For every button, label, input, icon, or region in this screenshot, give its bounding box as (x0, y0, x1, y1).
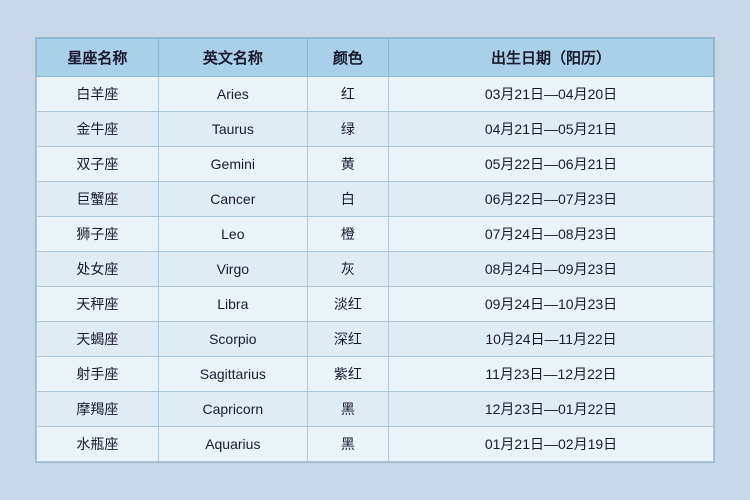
cell-english: Taurus (158, 112, 307, 147)
table-row: 射手座Sagittarius紫红11月23日—12月22日 (37, 357, 714, 392)
cell-date: 11月23日—12月22日 (389, 357, 714, 392)
cell-english: Aquarius (158, 427, 307, 462)
table-header-row: 星座名称 英文名称 颜色 出生日期（阳历） (37, 39, 714, 77)
cell-english: Cancer (158, 182, 307, 217)
header-date: 出生日期（阳历） (389, 39, 714, 77)
zodiac-table: 星座名称 英文名称 颜色 出生日期（阳历） 白羊座Aries红03月21日—04… (36, 38, 714, 462)
cell-date: 07月24日—08月23日 (389, 217, 714, 252)
table-row: 巨蟹座Cancer白06月22日—07月23日 (37, 182, 714, 217)
table-row: 金牛座Taurus绿04月21日—05月21日 (37, 112, 714, 147)
zodiac-table-container: 星座名称 英文名称 颜色 出生日期（阳历） 白羊座Aries红03月21日—04… (35, 37, 715, 463)
cell-color: 橙 (307, 217, 388, 252)
cell-color: 黄 (307, 147, 388, 182)
cell-chinese: 摩羯座 (37, 392, 159, 427)
cell-english: Leo (158, 217, 307, 252)
table-row: 水瓶座Aquarius黑01月21日—02月19日 (37, 427, 714, 462)
cell-color: 红 (307, 77, 388, 112)
cell-color: 黑 (307, 392, 388, 427)
cell-date: 12月23日—01月22日 (389, 392, 714, 427)
cell-chinese: 巨蟹座 (37, 182, 159, 217)
cell-color: 绿 (307, 112, 388, 147)
cell-english: Scorpio (158, 322, 307, 357)
table-row: 白羊座Aries红03月21日—04月20日 (37, 77, 714, 112)
cell-date: 04月21日—05月21日 (389, 112, 714, 147)
cell-date: 08月24日—09月23日 (389, 252, 714, 287)
cell-color: 白 (307, 182, 388, 217)
cell-english: Gemini (158, 147, 307, 182)
cell-date: 06月22日—07月23日 (389, 182, 714, 217)
cell-chinese: 白羊座 (37, 77, 159, 112)
table-row: 摩羯座Capricorn黑12月23日—01月22日 (37, 392, 714, 427)
cell-chinese: 双子座 (37, 147, 159, 182)
table-body: 白羊座Aries红03月21日—04月20日金牛座Taurus绿04月21日—0… (37, 77, 714, 462)
cell-color: 深红 (307, 322, 388, 357)
cell-english: Virgo (158, 252, 307, 287)
cell-color: 灰 (307, 252, 388, 287)
table-row: 狮子座Leo橙07月24日—08月23日 (37, 217, 714, 252)
cell-english: Libra (158, 287, 307, 322)
cell-english: Capricorn (158, 392, 307, 427)
cell-date: 05月22日—06月21日 (389, 147, 714, 182)
cell-chinese: 天蝎座 (37, 322, 159, 357)
cell-date: 09月24日—10月23日 (389, 287, 714, 322)
cell-chinese: 处女座 (37, 252, 159, 287)
header-chinese: 星座名称 (37, 39, 159, 77)
cell-chinese: 天秤座 (37, 287, 159, 322)
cell-date: 03月21日—04月20日 (389, 77, 714, 112)
cell-chinese: 金牛座 (37, 112, 159, 147)
cell-color: 紫红 (307, 357, 388, 392)
cell-color: 黑 (307, 427, 388, 462)
table-row: 处女座Virgo灰08月24日—09月23日 (37, 252, 714, 287)
cell-english: Aries (158, 77, 307, 112)
cell-date: 10月24日—11月22日 (389, 322, 714, 357)
cell-english: Sagittarius (158, 357, 307, 392)
cell-date: 01月21日—02月19日 (389, 427, 714, 462)
cell-color: 淡红 (307, 287, 388, 322)
header-color: 颜色 (307, 39, 388, 77)
table-row: 天秤座Libra淡红09月24日—10月23日 (37, 287, 714, 322)
table-row: 天蝎座Scorpio深红10月24日—11月22日 (37, 322, 714, 357)
header-english: 英文名称 (158, 39, 307, 77)
cell-chinese: 射手座 (37, 357, 159, 392)
table-row: 双子座Gemini黄05月22日—06月21日 (37, 147, 714, 182)
cell-chinese: 狮子座 (37, 217, 159, 252)
cell-chinese: 水瓶座 (37, 427, 159, 462)
